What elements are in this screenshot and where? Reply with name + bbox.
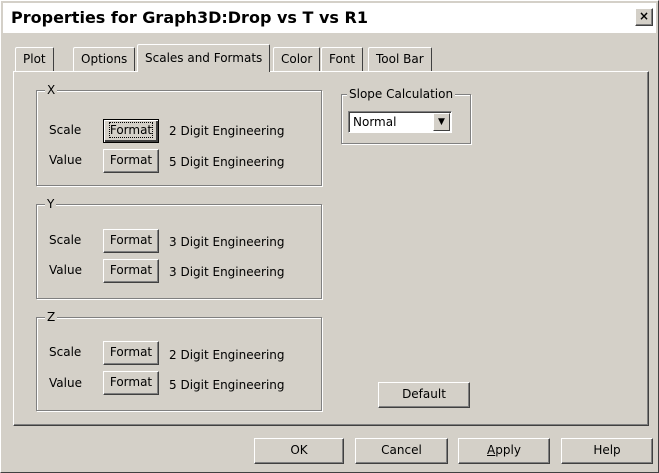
x-scale-label: Scale xyxy=(49,123,82,137)
tab-options[interactable]: Options xyxy=(73,47,136,71)
slope-calculation-value: Normal xyxy=(353,115,397,129)
x-axis-group: X Scale Format 2 Digit Engineering Value… xyxy=(36,83,322,186)
help-button[interactable]: Help xyxy=(561,438,653,464)
chevron-down-icon[interactable]: ▼ xyxy=(433,113,450,131)
y-axis-group: Y Scale Format 3 Digit Engineering Value… xyxy=(36,197,322,299)
window-title: Properties for Graph3D:Drop vs T vs R1 xyxy=(11,8,368,27)
slope-calculation-legend: Slope Calculation xyxy=(347,87,456,101)
close-icon[interactable]: × xyxy=(635,8,653,26)
z-scale-format-button[interactable]: Format xyxy=(103,341,159,365)
y-scale-format-text: 3 Digit Engineering xyxy=(169,235,285,249)
x-scale-format-button-label: Format xyxy=(108,122,154,138)
y-group-legend: Y xyxy=(45,197,57,211)
z-scale-label: Scale xyxy=(49,345,82,359)
z-value-format-text: 5 Digit Engineering xyxy=(169,378,285,392)
z-axis-group: Z Scale Format 2 Digit Engineering Value… xyxy=(36,310,322,411)
slope-calculation-select[interactable]: Normal ▼ xyxy=(348,111,452,133)
tab-font[interactable]: Font xyxy=(321,47,364,71)
tab-plot[interactable]: Plot xyxy=(15,47,54,71)
apply-button[interactable]: Apply xyxy=(458,438,550,464)
x-value-label: Value xyxy=(49,153,82,167)
tab-scales-and-formats[interactable]: Scales and Formats xyxy=(137,44,271,72)
x-group-legend: X xyxy=(45,83,58,97)
y-scale-label: Scale xyxy=(49,233,82,247)
tab-tool-bar[interactable]: Tool Bar xyxy=(368,47,432,71)
z-group-legend: Z xyxy=(45,310,58,324)
y-value-format-button[interactable]: Format xyxy=(103,259,159,283)
title-bar[interactable]: Properties for Graph3D:Drop vs T vs R1 × xyxy=(3,3,656,33)
properties-dialog: Properties for Graph3D:Drop vs T vs R1 ×… xyxy=(0,0,659,473)
y-value-label: Value xyxy=(49,263,82,277)
y-scale-format-button[interactable]: Format xyxy=(103,229,159,253)
cancel-button[interactable]: Cancel xyxy=(355,438,448,464)
tab-panel-scales-and-formats: X Scale Format 2 Digit Engineering Value… xyxy=(13,71,649,426)
z-value-format-button[interactable]: Format xyxy=(103,371,159,395)
default-button[interactable]: Default xyxy=(378,382,470,408)
x-scale-format-button[interactable]: Format xyxy=(103,119,159,143)
z-scale-format-text: 2 Digit Engineering xyxy=(169,348,285,362)
ok-button[interactable]: OK xyxy=(254,438,344,464)
y-value-format-text: 3 Digit Engineering xyxy=(169,265,285,279)
x-value-format-button[interactable]: Format xyxy=(103,149,159,173)
x-value-format-text: 5 Digit Engineering xyxy=(169,155,285,169)
slope-calculation-group: Slope Calculation Normal ▼ xyxy=(341,87,471,144)
tab-color[interactable]: Color xyxy=(273,47,321,71)
z-value-label: Value xyxy=(49,376,82,390)
x-scale-format-text: 2 Digit Engineering xyxy=(169,124,285,138)
